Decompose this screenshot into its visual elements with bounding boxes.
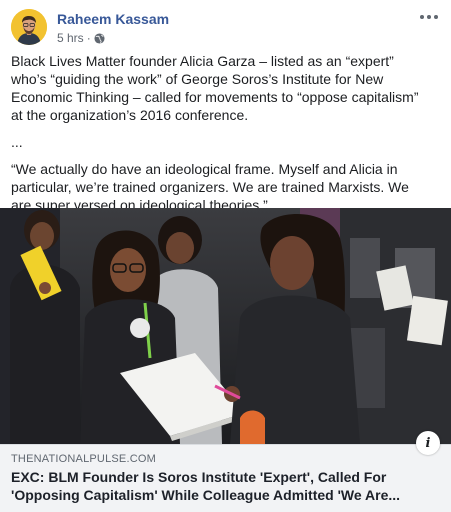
photo-illustration [0,208,451,444]
link-preview-card[interactable]: THENATIONALPULSE.COM EXC: BLM Founder Is… [0,444,451,512]
post-header: Raheem Kassam 5 hrs · [11,9,441,47]
dot [434,15,438,19]
avatar-portrait-icon [11,9,47,45]
dot [420,15,424,19]
link-preview-image[interactable] [0,208,451,444]
link-title[interactable]: EXC: BLM Founder Is Soros Institute 'Exp… [11,468,436,504]
author-name-link[interactable]: Raheem Kassam [57,11,169,27]
globe-icon[interactable] [94,32,105,44]
post-timestamp[interactable]: 5 hrs [57,31,84,45]
post-body: Black Lives Matter founder Alicia Garza … [11,52,431,223]
info-icon[interactable]: i [416,431,440,455]
dot [427,15,431,19]
post-paragraph: Black Lives Matter founder Alicia Garza … [11,53,419,123]
post-paragraph-ellipsis: ... [11,134,23,150]
more-options-icon[interactable] [417,9,441,25]
post-meta: 5 hrs · [57,31,105,45]
avatar[interactable] [11,9,47,45]
facebook-post: Raheem Kassam 5 hrs · Black Lives Matter… [0,0,451,512]
post-paragraph-quote: “We actually do have an ideological fram… [11,161,409,213]
meta-separator: · [86,31,91,45]
link-domain: THENATIONALPULSE.COM [11,453,156,465]
